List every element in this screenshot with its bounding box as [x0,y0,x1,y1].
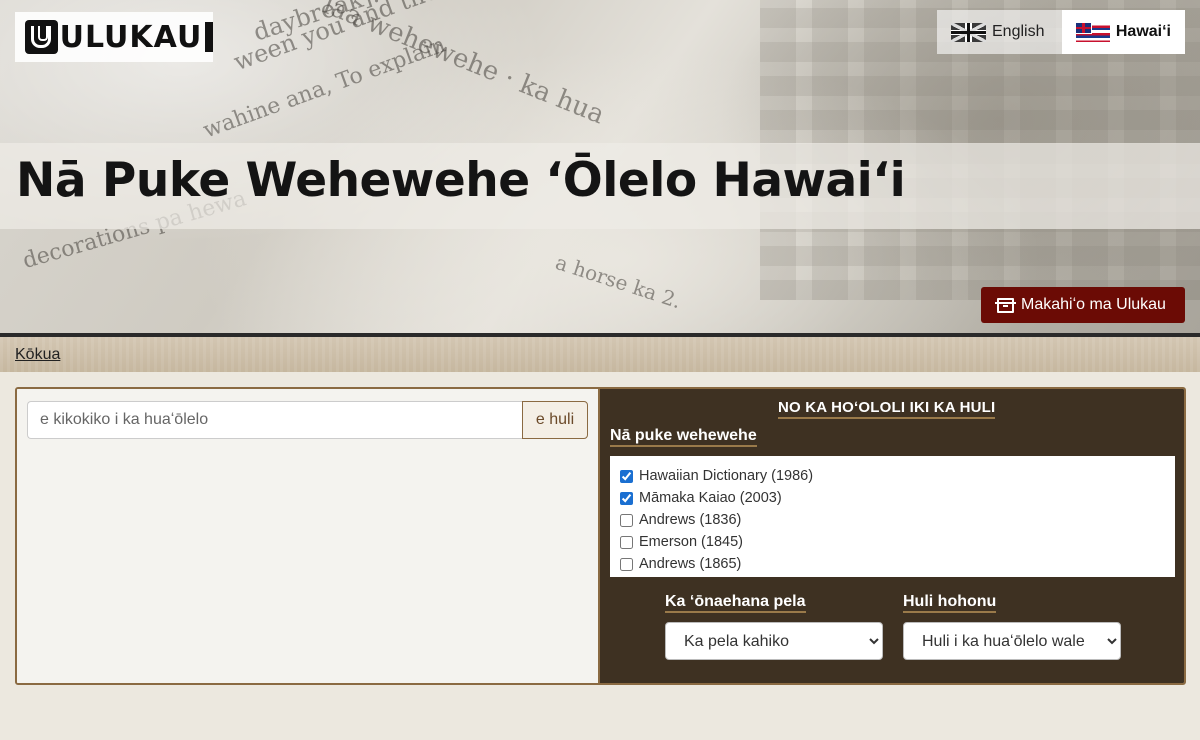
uk-flag-icon [951,22,986,42]
logo-bar [205,22,213,52]
dictionary-checkbox[interactable] [620,535,633,549]
language-switcher: English Hawaiʻi [937,10,1185,54]
dictionary-item[interactable]: Hawaiian Dictionary (1986) [620,465,1175,487]
search-depth-label: Huli hohonu [903,593,997,613]
archive-button-label: Makahiʻo ma Ulukau [1021,296,1166,313]
dictionary-item[interactable]: Andrews (1865) [620,553,1175,575]
dictionary-checkbox[interactable] [620,513,633,527]
search-panel: e huli NO KA HOʻOLOLI IKI KA HULI Nā puk… [15,387,1186,685]
search-options: NO KA HOʻOLOLI IKI KA HULI Nā puke wehew… [600,389,1184,683]
language-english-label: English [992,23,1045,40]
search-depth-select[interactable]: Huli i ka huaʻōlelo wale nō [903,622,1121,660]
hawaii-flag-icon [1076,22,1110,42]
spelling-system-label: Ka ʻōnaehana pela [665,593,806,613]
help-link[interactable]: Kōkua [15,346,60,364]
ulukau-logo-icon [25,20,58,54]
ulukau-logo[interactable]: ULUKAU [15,12,213,62]
page-title: Nā Puke Wehewehe ʻŌlelo Hawaiʻi [16,153,906,208]
dictionary-label: Māmaka Kaiao (2003) [639,490,782,506]
dictionary-label: Andrews (1836) [639,512,742,528]
spelling-system-select[interactable]: Ka pela kahiko [665,622,883,660]
search-area: e huli [17,389,600,683]
dictionary-label: Andrews (1865) [639,556,742,572]
dictionary-label: Emerson (1845) [639,534,743,550]
language-hawaiian-button[interactable]: Hawaiʻi [1062,10,1185,54]
archive-button[interactable]: Makahiʻo ma Ulukau [981,287,1185,323]
archive-box-icon [995,297,1016,313]
language-hawaiian-label: Hawaiʻi [1115,23,1171,40]
language-english-button[interactable]: English [937,10,1062,54]
dictionaries-heading: Nā puke wehewehe [610,427,757,447]
dictionary-checkbox[interactable] [620,491,633,505]
search-input[interactable] [27,401,523,439]
dictionary-checkbox[interactable] [620,469,633,483]
logo-text: ULUKAU [59,19,203,55]
dictionary-checkbox[interactable] [620,557,633,571]
dictionary-item[interactable]: Andrews (1836) [620,509,1175,531]
search-button[interactable]: e huli [522,401,588,439]
options-heading: NO KA HOʻOLOLI IKI KA HULI [778,399,996,419]
dictionary-list: Hawaiian Dictionary (1986) Māmaka Kaiao … [610,456,1175,577]
dictionary-label: Hawaiian Dictionary (1986) [639,468,814,484]
dictionary-item[interactable]: Māmaka Kaiao (2003) [620,487,1175,509]
nav-bar [0,333,1200,372]
dictionary-item[interactable]: Emerson (1845) [620,531,1175,553]
hero-background-text: a horse ka 2. [552,250,685,314]
